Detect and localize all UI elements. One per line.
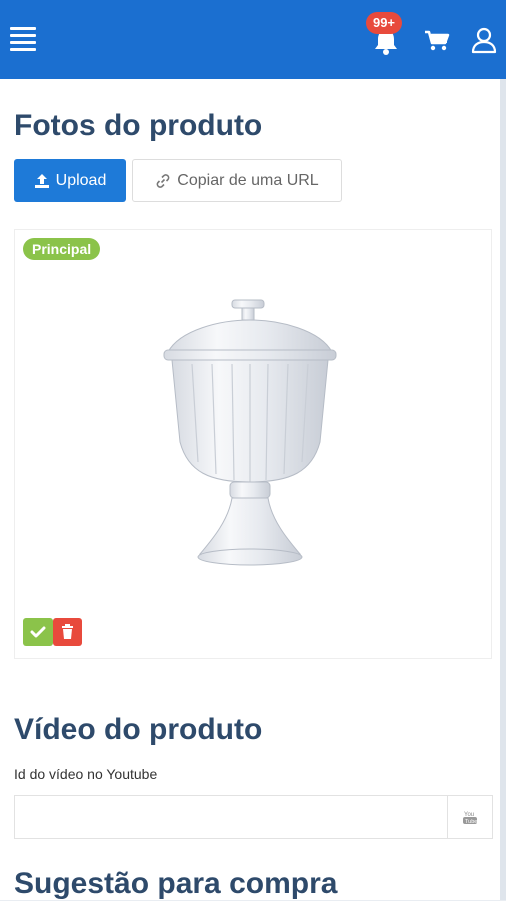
set-principal-button[interactable] [23, 618, 53, 646]
photos-section-title: Fotos do produto [14, 109, 263, 142]
notification-badge: 99+ [366, 12, 402, 34]
upload-icon [34, 173, 49, 188]
page-gutter [500, 79, 506, 900]
copy-url-button[interactable]: Copiar de uma URL [132, 159, 342, 202]
user-icon[interactable] [470, 26, 498, 54]
suggestion-section-title: Sugestão para compra [14, 867, 338, 900]
principal-badge: Principal [23, 238, 101, 260]
youtube-icon: You Tube [447, 795, 493, 839]
youtube-id-input[interactable] [14, 795, 447, 839]
product-photo-card: Principal [14, 229, 492, 659]
top-app-bar: 99+ [0, 0, 506, 79]
product-photo-glass-jar[interactable] [160, 292, 340, 578]
cart-icon[interactable] [424, 30, 450, 52]
link-icon [156, 173, 170, 188]
product-form: Fotos do produto Upload Copiar de uma UR… [0, 79, 500, 900]
menu-icon[interactable] [10, 27, 36, 51]
delete-photo-button[interactable] [53, 618, 82, 646]
youtube-id-label: Id do vídeo no Youtube [14, 766, 158, 782]
check-icon [30, 626, 46, 638]
copy-url-button-label: Copiar de uma URL [177, 171, 319, 189]
upload-button[interactable]: Upload [14, 159, 126, 202]
upload-button-label: Upload [55, 171, 107, 189]
trash-icon [62, 624, 73, 639]
svg-text:Tube: Tube [465, 819, 477, 825]
video-section-title: Vídeo do produto [14, 713, 263, 746]
